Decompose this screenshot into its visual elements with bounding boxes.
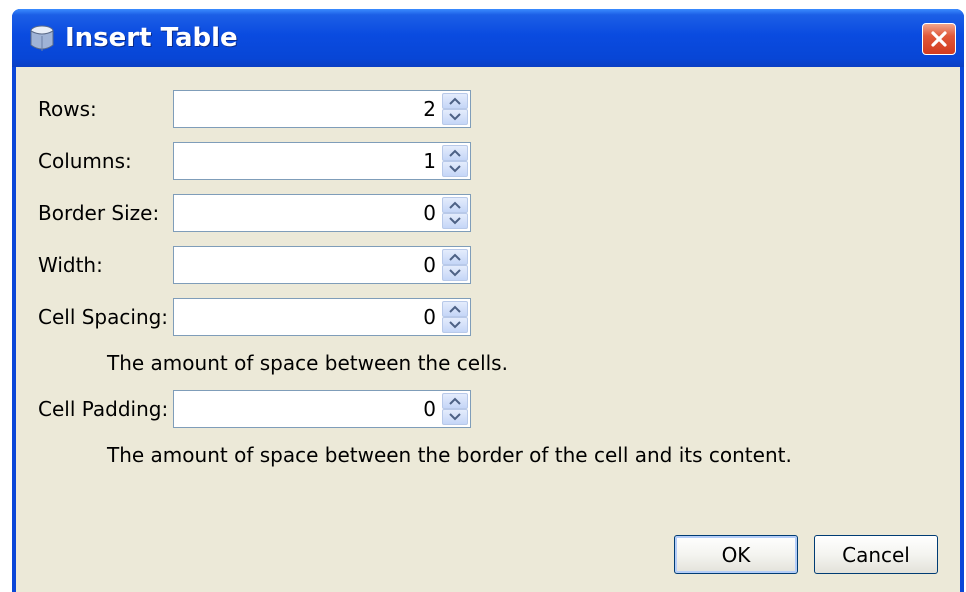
insert-table-dialog: Insert Table Rows: 2 Columns: 1 Border S… [12,9,964,592]
title-bar[interactable]: Insert Table [12,9,964,67]
width-increment-button[interactable] [442,249,468,265]
chevron-up-icon [449,305,461,313]
cell-spacing-value[interactable]: 0 [423,299,436,335]
close-icon [931,31,947,47]
width-decrement-button[interactable] [442,265,468,281]
border-size-spinner[interactable]: 0 [173,194,471,232]
chevron-up-icon [449,149,461,157]
width-value[interactable]: 0 [423,247,436,283]
chevron-down-icon [449,269,461,277]
cell-padding-decrement-button[interactable] [442,409,468,425]
columns-increment-button[interactable] [442,145,468,161]
cell-spacing-hint: The amount of space between the cells. [107,351,508,375]
border-size-label: Border Size: [38,201,160,225]
java-cup-icon [30,25,54,51]
chevron-up-icon [449,201,461,209]
chevron-down-icon [449,413,461,421]
chevron-up-icon [449,397,461,405]
chevron-down-icon [449,321,461,329]
chevron-up-icon [449,253,461,261]
columns-label: Columns: [38,149,132,173]
border-size-decrement-button[interactable] [442,213,468,229]
rows-label: Rows: [38,97,97,121]
rows-increment-button[interactable] [442,93,468,109]
width-label: Width: [38,253,103,277]
cell-spacing-increment-button[interactable] [442,301,468,317]
rows-spinner[interactable]: 2 [173,90,471,128]
cell-padding-label: Cell Padding: [38,397,169,421]
width-spinner[interactable]: 0 [173,246,471,284]
cell-padding-spinner[interactable]: 0 [173,390,471,428]
cancel-button[interactable]: Cancel [814,535,938,574]
chevron-down-icon [449,113,461,121]
border-size-increment-button[interactable] [442,197,468,213]
cell-spacing-decrement-button[interactable] [442,317,468,333]
chevron-down-icon [449,165,461,173]
columns-value[interactable]: 1 [423,143,436,179]
cell-spacing-label: Cell Spacing: [38,305,169,329]
close-button[interactable] [922,23,956,55]
columns-spinner[interactable]: 1 [173,142,471,180]
dialog-content: Rows: 2 Columns: 1 Border Size: 0 Width:… [16,67,960,592]
chevron-up-icon [449,97,461,105]
cell-padding-increment-button[interactable] [442,393,468,409]
window-title: Insert Table [65,23,238,53]
rows-value[interactable]: 2 [423,91,436,127]
cell-padding-hint: The amount of space between the border o… [107,443,792,467]
ok-button[interactable]: OK [674,535,798,574]
cell-padding-value[interactable]: 0 [423,391,436,427]
columns-decrement-button[interactable] [442,161,468,177]
border-size-value[interactable]: 0 [423,195,436,231]
rows-decrement-button[interactable] [442,109,468,125]
chevron-down-icon [449,217,461,225]
cell-spacing-spinner[interactable]: 0 [173,298,471,336]
